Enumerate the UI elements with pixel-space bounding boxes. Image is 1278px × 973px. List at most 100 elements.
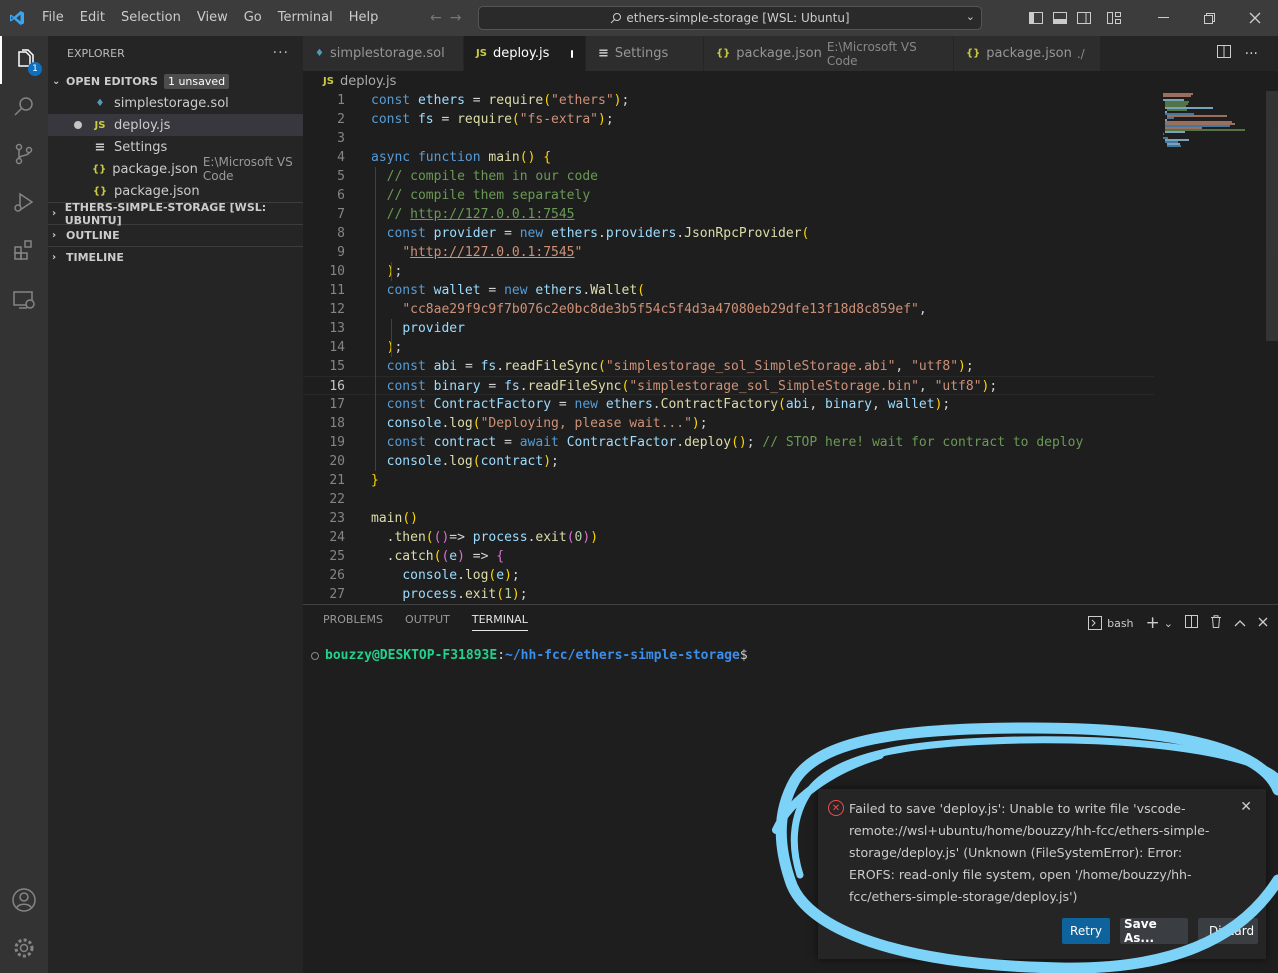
open-editors-section[interactable]: ⌄ OPEN EDITORS 1 unsaved [48, 70, 303, 92]
tab-package-json[interactable]: {} package.json ./ [954, 36, 1101, 71]
code-text: const contract = await ContractFactor.de… [386, 435, 1084, 450]
code-text: "http://127.0.0.1:7545" [402, 245, 583, 260]
code-line[interactable]: 7 // http://127.0.0.1:7545 [303, 205, 1154, 224]
code-line[interactable]: 20 console.log(contract); [303, 452, 1154, 471]
open-editor-label: deploy.js [114, 117, 171, 133]
chevron-down-icon[interactable]: ⌄ [966, 10, 975, 23]
tab-terminal[interactable]: TERMINAL [471, 613, 528, 631]
back-arrow-icon[interactable]: ← [430, 10, 450, 26]
search-icon[interactable] [0, 82, 48, 130]
code-line[interactable]: 10 ); [303, 262, 1154, 281]
split-terminal-icon[interactable] [1185, 615, 1198, 631]
minimap[interactable] [1161, 91, 1271, 171]
chevron-down-icon[interactable]: ⌄ [1164, 617, 1173, 630]
tab-package-json-global[interactable]: {} package.json E:\Microsoft VS Code [704, 36, 954, 71]
open-editor-package-json-global[interactable]: {} package.json E:\Microsoft VS Code [48, 155, 303, 183]
extensions-icon[interactable] [0, 226, 48, 274]
menu-view[interactable]: View [189, 0, 236, 36]
code-line[interactable]: 8 const provider = new ethers.providers.… [303, 224, 1154, 243]
save-as-button[interactable]: Save As... [1120, 917, 1188, 945]
toggle-sidebar-icon[interactable] [1024, 0, 1048, 36]
menu-selection[interactable]: Selection [113, 0, 189, 36]
code-line[interactable]: 26 console.log(e); [303, 566, 1154, 585]
unsaved-dot-icon[interactable] [74, 121, 82, 129]
workspace-section[interactable]: › ETHERS-SIMPLE-STORAGE [WSL: UBUNTU] [48, 201, 303, 227]
line-number: 12 [329, 302, 345, 317]
maximize-panel-icon[interactable] [1234, 616, 1246, 630]
more-actions-icon[interactable]: ··· [1245, 46, 1258, 62]
run-debug-icon[interactable] [0, 178, 48, 226]
explorer-sidebar: EXPLORER ··· ⌄ OPEN EDITORS 1 unsaved ♦ … [48, 36, 303, 973]
minimize-icon[interactable] [1140, 0, 1186, 36]
terminal-shell-selector[interactable]: bash [1088, 616, 1134, 630]
editor-scrollbar[interactable] [1266, 91, 1278, 341]
tab-output[interactable]: OUTPUT [405, 613, 450, 631]
code-line[interactable]: 12 "cc8ae29f9c9f7b076c2e0bc8de3b5f54c5f4… [303, 300, 1154, 319]
tab-deploy[interactable]: JS deploy.js [464, 36, 586, 71]
code-line[interactable]: 16 const binary = fs.readFileSync("simpl… [303, 376, 1154, 395]
new-terminal-icon[interactable]: + [1146, 613, 1160, 633]
files-icon[interactable]: 1 [0, 36, 48, 84]
customize-layout-icon[interactable] [1102, 0, 1126, 36]
code-line[interactable]: 1 const ethers = require("ethers"); [303, 91, 1154, 110]
code-line[interactable]: 21} [303, 471, 1154, 490]
code-line[interactable]: 17 const ContractFactory = new ethers.Co… [303, 395, 1154, 414]
code-line[interactable]: 15 const abi = fs.readFileSync("simplest… [303, 357, 1154, 376]
menu-go[interactable]: Go [236, 0, 270, 36]
open-editor-simplestorage[interactable]: ♦ simplestorage.sol [48, 92, 303, 114]
split-editor-icon[interactable] [1216, 45, 1231, 62]
more-actions-icon[interactable]: ··· [273, 45, 289, 61]
code-line[interactable]: 13 provider [303, 319, 1154, 338]
unsaved-badge: 1 unsaved [163, 73, 230, 89]
outline-section[interactable]: › OUTLINE [48, 224, 303, 246]
code-text: .catch((e) => { [386, 549, 505, 564]
menu-edit[interactable]: Edit [72, 0, 113, 36]
code-text: main() [371, 511, 418, 526]
line-number: 5 [337, 169, 345, 184]
unsaved-dot-icon[interactable] [571, 49, 573, 58]
tab-settings[interactable]: ≡ Settings [586, 36, 704, 71]
toggle-secondary-sidebar-icon[interactable] [1072, 0, 1096, 36]
restore-icon[interactable] [1186, 0, 1232, 36]
settings-gear-icon[interactable] [0, 924, 48, 972]
code-line[interactable]: 6 // compile them separately [303, 186, 1154, 205]
close-window-icon[interactable] [1232, 0, 1278, 36]
source-control-icon[interactable] [0, 130, 48, 178]
code-editor[interactable]: 1 const ethers = require("ethers"); 2 const… [303, 91, 1278, 604]
code-line[interactable]: 23 main() [303, 509, 1154, 528]
code-line[interactable]: 4 async function main() { [303, 148, 1154, 167]
code-line[interactable]: 27 process.exit(1); [303, 585, 1154, 604]
close-panel-icon[interactable] [1258, 616, 1268, 630]
code-line[interactable]: 5 // compile them in our code [303, 167, 1154, 186]
code-line[interactable]: 9 "http://127.0.0.1:7545" [303, 243, 1154, 262]
code-text: process.exit(1); [402, 587, 528, 602]
open-editor-deploy[interactable]: JS deploy.js [48, 114, 303, 136]
code-line[interactable]: 14 ); [303, 338, 1154, 357]
code-line[interactable]: 2 const fs = require("fs-extra"); [303, 110, 1154, 129]
menu-terminal[interactable]: Terminal [270, 0, 341, 36]
code-line[interactable]: 25 .catch((e) => { [303, 547, 1154, 566]
retry-button[interactable]: Retry [1062, 918, 1110, 944]
discard-button[interactable]: Discard [1198, 918, 1258, 944]
toggle-panel-icon[interactable] [1048, 0, 1072, 36]
account-icon[interactable] [0, 876, 48, 924]
tab-problems[interactable]: PROBLEMS [323, 613, 383, 631]
close-icon[interactable]: ✕ [1240, 799, 1252, 815]
breadcrumb-file[interactable]: deploy.js [340, 74, 396, 89]
open-editor-package-json[interactable]: {} package.json [48, 180, 303, 202]
timeline-section[interactable]: › TIMELINE [48, 246, 303, 268]
remote-explorer-icon[interactable] [0, 276, 48, 324]
code-line[interactable]: 3 [303, 129, 1154, 148]
code-line[interactable]: 18 console.log("Deploying, please wait..… [303, 414, 1154, 433]
tab-simplestorage[interactable]: ♦ simplestorage.sol [303, 36, 464, 71]
code-line[interactable]: 19 const contract = await ContractFactor… [303, 433, 1154, 452]
command-center[interactable]: ethers-simple-storage [WSL: Ubuntu] ⌄ [478, 6, 982, 30]
kill-terminal-icon[interactable] [1210, 615, 1222, 631]
code-line[interactable]: 11 const wallet = new ethers.Wallet( [303, 281, 1154, 300]
code-line[interactable]: 22 [303, 490, 1154, 509]
code-line[interactable]: 24 .then(()=> process.exit(0)) [303, 528, 1154, 547]
forward-arrow-icon[interactable]: → [450, 10, 470, 26]
menu-help[interactable]: Help [341, 0, 387, 36]
menu-file[interactable]: File [34, 0, 72, 36]
terminal-output[interactable]: bouzzy@DESKTOP-F31893E : ~/hh-fcc/ethers… [311, 648, 748, 663]
